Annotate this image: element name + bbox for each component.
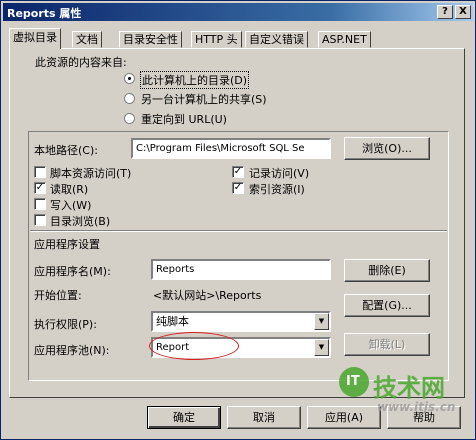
checkbox-write-label: 写入(W)	[50, 199, 92, 212]
checkbox-index-resource-label: 索引资源(I)	[249, 183, 305, 196]
window-title: Reports 属性	[7, 7, 82, 20]
source-heading: 此资源的内容来自:	[35, 56, 127, 69]
properties-dialog: Reports 属性 ? X 虚拟目录 文档 目录安全性 HTTP 头 自定义错…	[0, 0, 476, 440]
app-name-label: 应用程序名(M):	[34, 265, 111, 278]
cancel-button[interactable]: 取消	[227, 406, 301, 429]
section-divider	[30, 230, 447, 232]
tab-http-headers[interactable]: HTTP 头	[191, 31, 242, 48]
chevron-down-icon[interactable]: ▼	[314, 339, 329, 356]
checkbox-log-visits-label: 记录访问(V)	[249, 167, 310, 180]
checkbox-read[interactable]: ✓	[34, 182, 46, 194]
watermark-name: 技术网	[373, 374, 445, 402]
radio-local-directory-label[interactable]: 此计算机上的目录(D)	[140, 71, 250, 89]
radio-local-directory[interactable]	[124, 73, 135, 84]
unload-button[interactable]: 卸载(L)	[344, 333, 430, 356]
tab-virtual-directory[interactable]: 虚拟目录	[9, 28, 61, 49]
checkbox-index-resource[interactable]: ✓	[232, 182, 244, 194]
tab-custom-errors[interactable]: 自定义错误	[245, 31, 308, 48]
app-name-input[interactable]: Reports	[151, 259, 331, 280]
app-pool-label: 应用程序池(N):	[34, 344, 110, 357]
start-position-value: <默认网站>\Reports	[153, 289, 262, 302]
ok-button[interactable]: 确定	[147, 406, 221, 429]
checkbox-directory-browsing[interactable]	[34, 214, 46, 226]
configure-button[interactable]: 配置(G)...	[344, 294, 430, 317]
checkbox-read-label: 读取(R)	[50, 183, 89, 196]
radio-redirect-url-label[interactable]: 重定向到 URL(U)	[141, 111, 227, 127]
execute-permissions-label: 执行权限(P):	[34, 318, 97, 331]
watermark-logo-text: IT	[346, 374, 360, 389]
checkbox-script-source-label: 脚本资源访问(T)	[50, 167, 132, 180]
tab-directory-security[interactable]: 目录安全性	[119, 31, 182, 48]
help-button[interactable]: ?	[437, 5, 453, 19]
tab-aspnet[interactable]: ASP.NET	[318, 31, 371, 48]
watermark-logo-icon: IT	[339, 367, 369, 397]
radio-network-share[interactable]	[124, 93, 135, 104]
execute-permissions-select[interactable]: 纯脚本 ▼	[151, 311, 331, 332]
app-settings-heading: 应用程序设置	[34, 238, 100, 251]
title-bar[interactable]: Reports 属性 ? X	[3, 3, 473, 21]
checkbox-log-visits[interactable]: ✓	[232, 166, 244, 178]
radio-redirect-url[interactable]	[124, 113, 135, 124]
checkbox-directory-browsing-label: 目录浏览(B)	[50, 215, 111, 228]
checkbox-write[interactable]	[34, 198, 46, 210]
browse-button[interactable]: 浏览(O)...	[344, 137, 430, 160]
close-button[interactable]: X	[455, 5, 471, 19]
start-position-label: 开始位置:	[34, 289, 82, 302]
execute-permissions-value: 纯脚本	[156, 315, 189, 328]
tab-documents[interactable]: 文档	[72, 31, 102, 48]
chevron-down-icon[interactable]: ▼	[314, 313, 329, 330]
remove-button[interactable]: 删除(E)	[344, 259, 430, 282]
highlight-ellipse	[149, 332, 239, 360]
watermark-url: www.itjs.cn	[377, 400, 456, 414]
checkbox-script-source[interactable]	[34, 166, 46, 178]
local-path-label: 本地路径(C):	[34, 144, 98, 157]
local-path-input[interactable]: C:\Program Files\Microsoft SQL Se	[131, 138, 331, 159]
apply-button[interactable]: 应用(A)	[307, 406, 381, 429]
radio-network-share-label[interactable]: 另一台计算机上的共享(S)	[141, 91, 267, 107]
